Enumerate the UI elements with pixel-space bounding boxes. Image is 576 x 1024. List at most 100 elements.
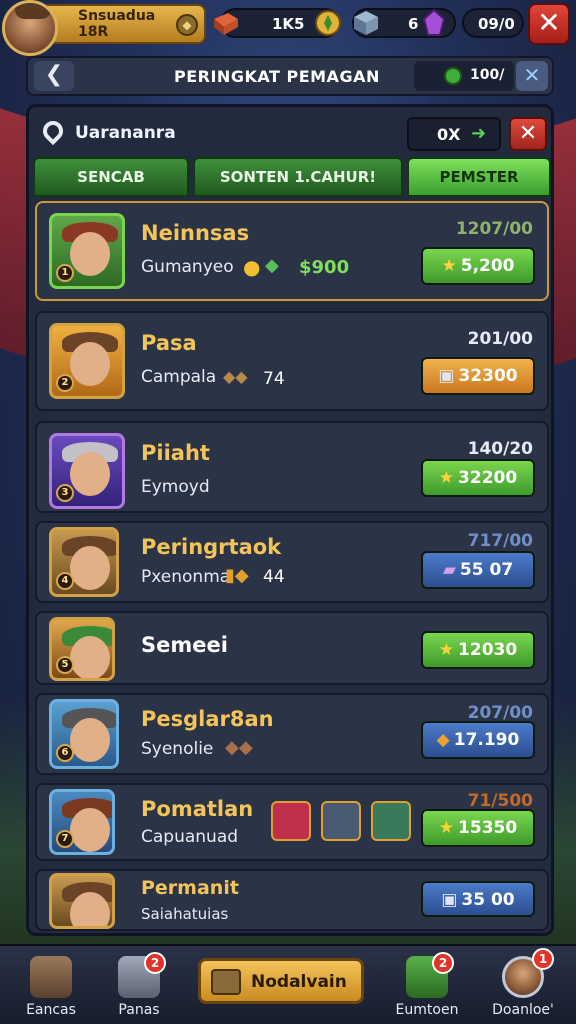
nav-item-profile[interactable]: 1 Doanloe'	[478, 948, 568, 1024]
row-subtitle: Campala	[141, 367, 217, 387]
leaderboard-row[interactable]: 6 Pesglar8an Syenolie ◆◆ 207/00 ◆ 17.190	[35, 693, 549, 775]
claim-value: 35 00	[461, 890, 515, 910]
row-subtitle: Syenolie	[141, 739, 214, 759]
level-badge: 6	[56, 744, 74, 762]
row-reward: $900	[299, 257, 350, 278]
nav-label: Eumtoen	[395, 1002, 459, 1018]
back-button[interactable]: ❮	[34, 61, 74, 91]
claim-button[interactable]: ★ 32200	[421, 459, 535, 497]
avatar: 7	[49, 789, 115, 855]
row-name: Semeei	[141, 633, 228, 657]
row-reward: 44	[263, 567, 285, 587]
level-badge: 4	[56, 572, 74, 590]
reward-chest-icon	[271, 801, 311, 841]
close-button[interactable]: ✕	[528, 3, 570, 45]
row-subtitle: Eymoyd	[141, 477, 210, 497]
tab-sencab[interactable]: SENCAB	[33, 157, 189, 197]
row-score: 717/00	[467, 531, 533, 551]
leaderboard-row[interactable]: 3 Piiaht Eymoyd 140/20 ★ 32200	[35, 421, 549, 513]
page-title: PERINGKAT PEMAGAN	[174, 67, 380, 86]
reward-scroll-icon	[321, 801, 361, 841]
row-name: Neinnsas	[141, 221, 250, 245]
row-score: 140/20	[467, 439, 533, 459]
avatar: 3	[49, 433, 125, 509]
avatar: 2	[49, 323, 125, 399]
gold-coin-icon: ●	[243, 255, 261, 279]
box-icon: ◆	[436, 730, 450, 750]
nav-label: Panas	[118, 1002, 160, 1018]
gem-pile-icon: ◆	[265, 255, 279, 276]
gem-icon: ◆	[176, 14, 198, 36]
resource-1-value: 1K5	[272, 15, 305, 33]
row-score: 201/00	[467, 329, 533, 349]
level-badge: 1	[56, 264, 74, 282]
row-reward: 74	[263, 369, 285, 389]
filter-box[interactable]: 0X ➜	[407, 117, 501, 151]
resource-1[interactable]: 1K5	[214, 8, 341, 38]
tab-sonten[interactable]: SONTEN 1.CAHUR!	[193, 157, 403, 197]
chest-icon	[211, 969, 241, 995]
leaderboard-row[interactable]: 4 Peringrtaok Pxenonma ▮◆ 44 717/00 ▰ 55 …	[35, 521, 549, 603]
location-row: Uarananra 0X ➜ ✕	[38, 115, 547, 153]
player-avatar[interactable]	[2, 0, 58, 56]
avatar: 5	[49, 617, 115, 681]
row-score: 207/00	[467, 703, 533, 723]
leaderboard-row[interactable]: 5 Semeei ★ 12030	[35, 611, 549, 685]
leaderboard-row[interactable]: 2 Pasa Campala ◆◆ 74 201/00 ▣ 32300	[35, 311, 549, 411]
level-badge: 5	[56, 656, 74, 674]
resource-2[interactable]: 6	[352, 8, 456, 38]
claim-button[interactable]: ◆ 17.190	[421, 721, 535, 759]
nav-center-label: Nodalvain	[251, 972, 347, 992]
row-subtitle: Capuanuad	[141, 827, 239, 847]
location-pin-icon	[38, 116, 68, 146]
avatar: 6	[49, 699, 119, 769]
claim-button[interactable]: ★ 5,200	[421, 247, 535, 285]
claim-button[interactable]: ▣ 32300	[421, 357, 535, 395]
row-name: Pesglar8an	[141, 707, 274, 731]
house-icon	[30, 956, 72, 998]
tab-bar: SENCAB SONTEN 1.CAHUR! PEMSTER	[33, 157, 551, 197]
filter-label: 0X	[437, 125, 461, 144]
player-plate[interactable]: Snsuadua 18R ◆	[40, 4, 206, 44]
star-icon: ★	[441, 256, 457, 276]
claim-button[interactable]: ▣ 35 00	[421, 881, 535, 917]
nav-item-panas[interactable]: 2 Panas	[94, 952, 184, 1024]
claim-value: 12030	[458, 640, 518, 660]
notification-badge: 2	[144, 952, 166, 974]
nav-item-eumtoen[interactable]: 2 Eumtoen	[382, 952, 472, 1024]
leaderboard-header: ❮ PERINGKAT PEMAGAN 100/ ✕	[26, 56, 554, 96]
star-icon: ★	[438, 818, 455, 838]
panel-close-button[interactable]: ✕	[509, 117, 547, 151]
row-name: Piiaht	[141, 441, 210, 465]
row-name: Peringrtaok	[141, 535, 282, 559]
level-badge: 3	[56, 484, 74, 502]
claim-button[interactable]: ▰ 55 07	[421, 551, 535, 589]
claim-button[interactable]: ★ 12030	[421, 631, 535, 669]
resource-pile-icon: ◆◆	[223, 367, 248, 386]
crate-icon	[354, 11, 378, 35]
coin-counter: 100/	[414, 61, 514, 91]
claim-value: 17.190	[453, 730, 520, 750]
tab-pemster[interactable]: PEMSTER	[407, 157, 551, 197]
resource-3[interactable]: 09/0	[462, 8, 524, 38]
header-close-button[interactable]: ✕	[516, 61, 548, 91]
avatar: 4	[49, 527, 119, 597]
leaderboard-row[interactable]: Permanit Saiahatuias ▣ 35 00	[35, 869, 549, 931]
row-name: Pomatlan	[141, 797, 254, 821]
nav-center-button[interactable]: Nodalvain	[198, 958, 364, 1004]
claim-value: 55 07	[459, 560, 514, 580]
avatar	[49, 873, 115, 929]
nav-item-eancas[interactable]: Eancas	[6, 952, 96, 1024]
resource-3-value: 09/0	[478, 15, 515, 33]
claim-value: 32200	[458, 468, 518, 488]
claim-value: 32300	[458, 366, 518, 386]
row-score: 71/500	[467, 791, 533, 811]
leaderboard-row[interactable]: 1 Neinnsas Gumanyeo ● ◆ $900 1207/00 ★ 5,…	[35, 201, 549, 301]
bottom-navigation: Eancas 2 Panas Nodalvain 2 Eumtoen 1 Doa…	[0, 944, 576, 1024]
arrow-icon: ➜	[471, 123, 487, 144]
claim-button[interactable]: ★ 15350	[421, 809, 535, 847]
row-score: 1207/00	[455, 219, 533, 239]
leaderboard-row[interactable]: 7 Pomatlan Capuanuad 71/500 ★ 15350	[35, 783, 549, 861]
nav-label: Eancas	[26, 1002, 76, 1018]
crates-icon: ◆◆	[225, 737, 253, 758]
